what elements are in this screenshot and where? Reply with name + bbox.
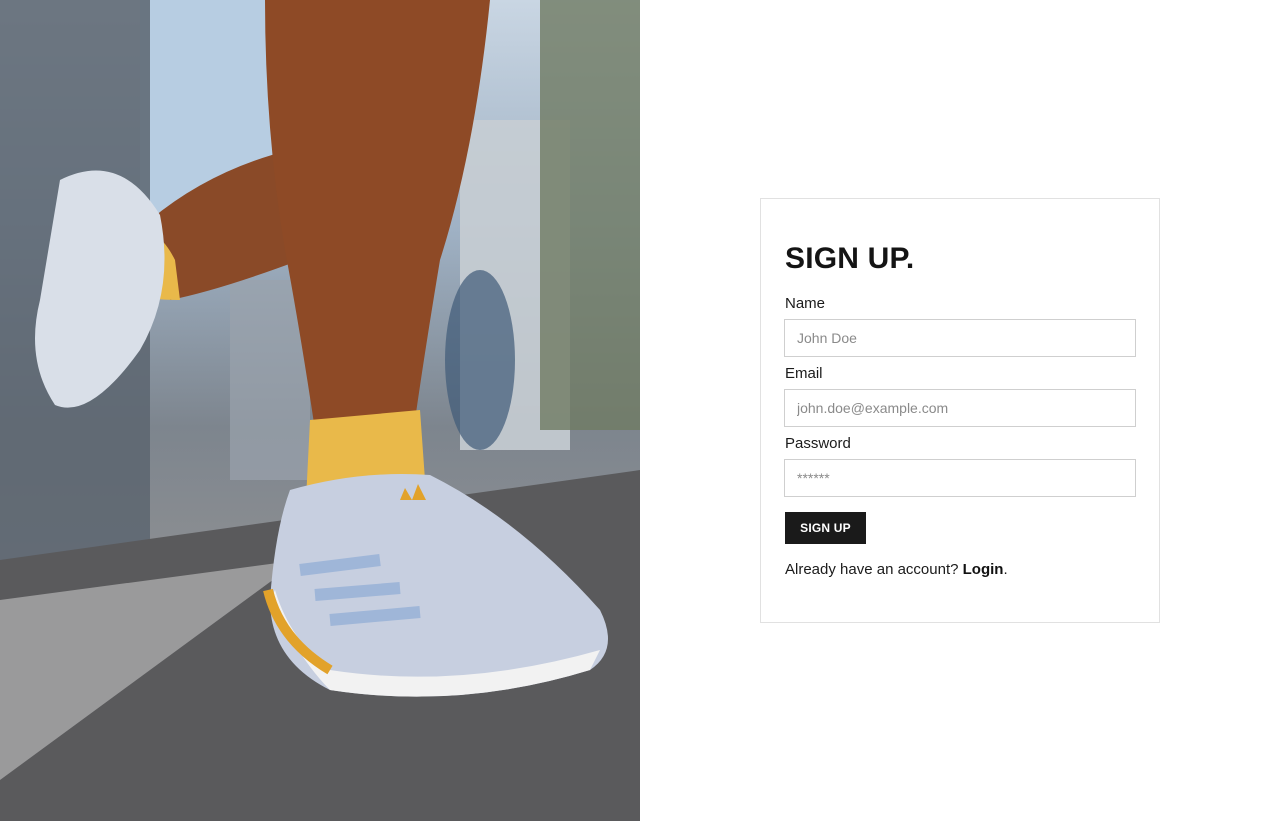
running-shoe-photo: [0, 0, 640, 821]
page-title: SIGN UP.: [785, 242, 915, 275]
name-label: Name: [785, 295, 826, 312]
login-prompt-period: .: [1003, 561, 1008, 578]
login-prompt-text: Already have an account?: [785, 561, 963, 578]
email-field[interactable]: [784, 389, 1136, 427]
hero-photo: [0, 0, 640, 821]
signup-panel: SIGN UP. Name Email Password SIGN UP Alr…: [640, 0, 1280, 821]
signup-card: SIGN UP. Name Email Password SIGN UP Alr…: [760, 198, 1160, 623]
name-field[interactable]: [784, 319, 1136, 357]
login-prompt: Already have an account? Login.: [785, 561, 1008, 578]
password-field[interactable]: [784, 459, 1136, 497]
login-link[interactable]: Login: [963, 561, 1004, 578]
password-label: Password: [785, 435, 851, 452]
sign-up-button[interactable]: SIGN UP: [785, 512, 866, 544]
email-label: Email: [785, 365, 823, 382]
